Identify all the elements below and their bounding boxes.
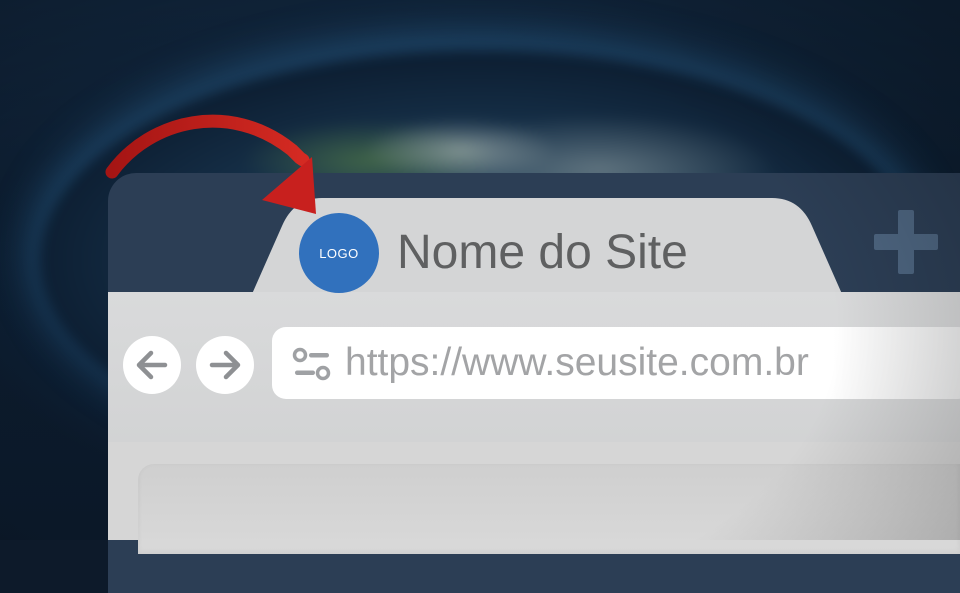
red-arrow-annotation	[105, 114, 316, 214]
